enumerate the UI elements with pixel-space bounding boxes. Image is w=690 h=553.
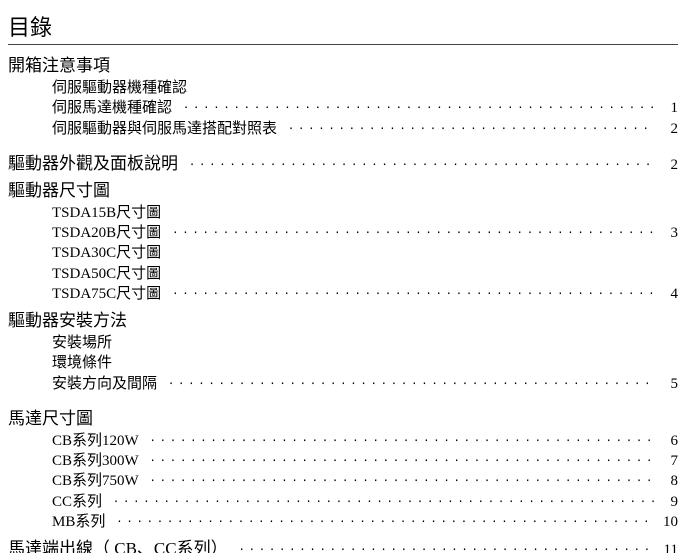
toc-entry-label: 安裝場所 — [52, 333, 112, 353]
toc-entry: TSDA20B尺寸圖 ‧‧‧‧‧‧‧‧‧‧‧‧‧‧‧‧‧‧‧‧‧‧‧‧‧‧‧‧‧… — [8, 223, 678, 243]
toc-entry-label: TSDA75C尺寸圖 — [52, 284, 161, 304]
toc-entry-label: TSDA50C尺寸圖 — [52, 264, 161, 284]
section-heading-wiring-cbcc: 馬達端出線（ CB、CC系列） ‧‧‧‧‧‧‧‧‧‧‧‧‧‧‧‧‧‧‧‧‧‧‧‧… — [8, 534, 678, 553]
toc-page-number: 6 — [654, 431, 678, 451]
toc-page-number: 1 — [654, 98, 678, 118]
toc-entry-label: TSDA15B尺寸圖 — [52, 203, 161, 223]
dot-leader: ‧‧‧‧‧‧‧‧‧‧‧‧‧‧‧‧‧‧‧‧‧‧‧‧‧‧‧‧‧‧‧‧‧‧‧‧‧‧‧‧… — [184, 99, 654, 117]
toc-page-number: 10 — [654, 512, 678, 532]
toc-entry-label: 馬達端出線（ CB、CC系列） — [8, 534, 228, 553]
toc-page-number: 3 — [654, 223, 678, 243]
toc-page-number: 2 — [654, 157, 678, 174]
toc-entry-label: 環境條件 — [52, 353, 112, 373]
toc-entry: 伺服馬達機種確認 ‧‧‧‧‧‧‧‧‧‧‧‧‧‧‧‧‧‧‧‧‧‧‧‧‧‧‧‧‧‧‧… — [8, 98, 678, 118]
toc-entry: 安裝場所 — [8, 333, 678, 353]
toc-entry: CC系列 ‧‧‧‧‧‧‧‧‧‧‧‧‧‧‧‧‧‧‧‧‧‧‧‧‧‧‧‧‧‧‧‧‧‧‧… — [8, 492, 678, 512]
toc-entry: TSDA75C尺寸圖 ‧‧‧‧‧‧‧‧‧‧‧‧‧‧‧‧‧‧‧‧‧‧‧‧‧‧‧‧‧… — [8, 284, 678, 304]
dot-leader: ‧‧‧‧‧‧‧‧‧‧‧‧‧‧‧‧‧‧‧‧‧‧‧‧‧‧‧‧‧‧‧‧‧‧‧‧‧‧‧‧… — [117, 513, 654, 531]
toc-entry-label: 伺服驅動器與伺服馬達搭配對照表 — [52, 119, 277, 139]
toc-entry-label: CC系列 — [52, 492, 102, 512]
dot-leader: ‧‧‧‧‧‧‧‧‧‧‧‧‧‧‧‧‧‧‧‧‧‧‧‧‧‧‧‧‧‧‧‧‧‧‧‧‧‧‧‧… — [151, 432, 654, 450]
dot-leader: ‧‧‧‧‧‧‧‧‧‧‧‧‧‧‧‧‧‧‧‧‧‧‧‧‧‧‧‧‧‧‧‧‧‧‧‧‧‧‧‧… — [151, 472, 654, 490]
page-title: 目錄 — [8, 10, 678, 45]
section-heading-installation: 驅動器安裝方法 — [8, 306, 678, 331]
section-heading-driver-dimensions: 驅動器尺寸圖 — [8, 176, 678, 201]
toc-page-number: 7 — [654, 451, 678, 471]
toc-entry: CB系列120W ‧‧‧‧‧‧‧‧‧‧‧‧‧‧‧‧‧‧‧‧‧‧‧‧‧‧‧‧‧‧‧… — [8, 431, 678, 451]
toc-page-number: 9 — [654, 492, 678, 512]
toc-entry-label: 伺服馬達機種確認 — [52, 98, 172, 118]
toc-page-number: 4 — [654, 284, 678, 304]
toc-entry: TSDA50C尺寸圖 — [8, 264, 678, 284]
toc-entry-label: MB系列 — [52, 512, 105, 532]
dot-leader: ‧‧‧‧‧‧‧‧‧‧‧‧‧‧‧‧‧‧‧‧‧‧‧‧‧‧‧‧‧‧‧‧‧‧‧‧‧‧‧‧… — [114, 493, 654, 511]
toc-entry-label: 伺服驅動器機種確認 — [52, 78, 187, 98]
toc-entry: 伺服驅動器機種確認 — [8, 78, 678, 98]
toc-entry-label: 安裝方向及間隔 — [52, 374, 157, 394]
toc-entry: TSDA15B尺寸圖 — [8, 203, 678, 223]
dot-leader: ‧‧‧‧‧‧‧‧‧‧‧‧‧‧‧‧‧‧‧‧‧‧‧‧‧‧‧‧‧‧‧‧‧‧‧‧‧‧‧‧… — [240, 542, 654, 553]
dot-leader: ‧‧‧‧‧‧‧‧‧‧‧‧‧‧‧‧‧‧‧‧‧‧‧‧‧‧‧‧‧‧‧‧‧‧‧‧‧‧‧‧… — [173, 224, 654, 242]
dot-leader: ‧‧‧‧‧‧‧‧‧‧‧‧‧‧‧‧‧‧‧‧‧‧‧‧‧‧‧‧‧‧‧‧‧‧‧‧‧‧‧‧… — [173, 285, 654, 303]
toc-page-number: 8 — [654, 471, 678, 491]
dot-leader: ‧‧‧‧‧‧‧‧‧‧‧‧‧‧‧‧‧‧‧‧‧‧‧‧‧‧‧‧‧‧‧‧‧‧‧‧‧‧‧‧… — [289, 120, 654, 138]
dot-leader: ‧‧‧‧‧‧‧‧‧‧‧‧‧‧‧‧‧‧‧‧‧‧‧‧‧‧‧‧‧‧‧‧‧‧‧‧‧‧‧‧… — [151, 452, 654, 470]
toc-entry: MB系列 ‧‧‧‧‧‧‧‧‧‧‧‧‧‧‧‧‧‧‧‧‧‧‧‧‧‧‧‧‧‧‧‧‧‧‧… — [8, 512, 678, 532]
toc-entry-label: 驅動器外觀及面板說明 — [8, 149, 178, 174]
toc-entry: 環境條件 — [8, 353, 678, 373]
toc-entry: 伺服驅動器與伺服馬達搭配對照表 ‧‧‧‧‧‧‧‧‧‧‧‧‧‧‧‧‧‧‧‧‧‧‧‧… — [8, 119, 678, 139]
section-heading-unboxing: 開箱注意事項 — [8, 51, 678, 76]
section-heading-appearance: 驅動器外觀及面板說明 ‧‧‧‧‧‧‧‧‧‧‧‧‧‧‧‧‧‧‧‧‧‧‧‧‧‧‧‧‧… — [8, 149, 678, 174]
dot-leader: ‧‧‧‧‧‧‧‧‧‧‧‧‧‧‧‧‧‧‧‧‧‧‧‧‧‧‧‧‧‧‧‧‧‧‧‧‧‧‧‧… — [190, 157, 654, 173]
section-heading-motor-dimensions: 馬達尺寸圖 — [8, 404, 678, 429]
toc-entry-label: TSDA30C尺寸圖 — [52, 243, 161, 263]
toc-entry: CB系列300W ‧‧‧‧‧‧‧‧‧‧‧‧‧‧‧‧‧‧‧‧‧‧‧‧‧‧‧‧‧‧‧… — [8, 451, 678, 471]
toc-entry-label: TSDA20B尺寸圖 — [52, 223, 161, 243]
toc-entry-label: CB系列750W — [52, 471, 139, 491]
dot-leader: ‧‧‧‧‧‧‧‧‧‧‧‧‧‧‧‧‧‧‧‧‧‧‧‧‧‧‧‧‧‧‧‧‧‧‧‧‧‧‧‧… — [169, 375, 654, 393]
toc-page-number: 11 — [654, 542, 678, 553]
toc-entry-label: CB系列120W — [52, 431, 139, 451]
toc-page-number: 2 — [654, 119, 678, 139]
toc-entry: 安裝方向及間隔 ‧‧‧‧‧‧‧‧‧‧‧‧‧‧‧‧‧‧‧‧‧‧‧‧‧‧‧‧‧‧‧‧… — [8, 374, 678, 394]
toc-page-number: 5 — [654, 374, 678, 394]
toc-entry: TSDA30C尺寸圖 — [8, 243, 678, 263]
toc-entry: CB系列750W ‧‧‧‧‧‧‧‧‧‧‧‧‧‧‧‧‧‧‧‧‧‧‧‧‧‧‧‧‧‧‧… — [8, 471, 678, 491]
toc-entry-label: CB系列300W — [52, 451, 139, 471]
